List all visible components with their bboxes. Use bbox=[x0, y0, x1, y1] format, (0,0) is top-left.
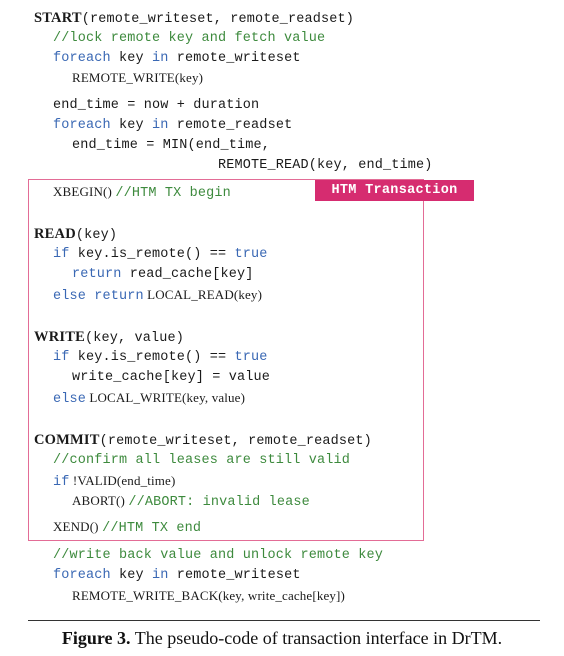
fn-read: READ bbox=[34, 226, 76, 242]
code-line-commit: COMMIT(remote_writeset, remote_readset) bbox=[34, 431, 372, 451]
code-line-xend: XEND() //HTM TX end bbox=[53, 518, 201, 538]
kw-if: if bbox=[53, 350, 70, 365]
code-text: remote_writeset bbox=[168, 51, 301, 66]
kw-in: in bbox=[152, 568, 169, 583]
code-text: ABORT() bbox=[72, 493, 129, 508]
kw-return: return bbox=[72, 267, 122, 282]
comment-confirm-leases: //confirm all leases are still valid bbox=[53, 453, 351, 468]
figure-caption: Figure 3. The pseudo-code of transaction… bbox=[0, 628, 564, 649]
caption-text: The pseudo-code of transaction interface… bbox=[134, 628, 503, 648]
code-line-return-cache: return read_cache[key] bbox=[72, 266, 254, 284]
comment: //HTM TX end bbox=[102, 521, 202, 536]
code-line-remote-read: REMOTE_READ(key, end_time) bbox=[218, 158, 433, 173]
code-line-else-local-read: else return LOCAL_READ(key) bbox=[53, 286, 262, 306]
code-text: read_cache[key] bbox=[121, 267, 254, 282]
code-line-if-remote-read: if key.is_remote() == true bbox=[53, 246, 268, 264]
code-text: !VALID(end_time) bbox=[69, 473, 176, 488]
code-line-remote-write: REMOTE_WRITE(key) bbox=[72, 69, 203, 89]
kw-else-return: else return bbox=[53, 289, 144, 304]
code-line-write-cache: write_cache[key] = value bbox=[72, 370, 271, 385]
code-line-foreach-writeset-2: foreach key in remote_writeset bbox=[53, 567, 301, 585]
fn-start: START bbox=[34, 10, 82, 26]
comment: //HTM TX begin bbox=[115, 186, 231, 201]
kw-in: in bbox=[152, 118, 169, 133]
code-line-if-remote-write: if key.is_remote() == true bbox=[53, 349, 268, 367]
htm-transaction-tag: HTM Transaction bbox=[315, 180, 474, 201]
comment-write-back: //write back value and unlock remote key bbox=[53, 548, 384, 563]
code-line-abort: ABORT() //ABORT: invalid lease bbox=[72, 492, 310, 512]
code-text: key bbox=[110, 51, 153, 66]
code-text: key bbox=[110, 568, 153, 583]
kw-foreach: foreach bbox=[53, 118, 111, 133]
fn-write: WRITE bbox=[34, 329, 85, 345]
code-line-write: WRITE(key, value) bbox=[34, 328, 184, 348]
kw-if: if bbox=[53, 247, 70, 262]
code-text: XEND() bbox=[53, 519, 103, 534]
caption-label: Figure 3. bbox=[61, 628, 131, 648]
code-text: key.is_remote() == bbox=[69, 247, 235, 262]
code-line-if-valid: if !VALID(end_time) bbox=[53, 472, 175, 492]
code-text: REMOTE_WRITE(key) bbox=[72, 70, 204, 85]
code-text: LOCAL_WRITE(key, value) bbox=[86, 390, 246, 405]
code-line-else-local-write: else LOCAL_WRITE(key, value) bbox=[53, 389, 245, 409]
code-text: LOCAL_READ(key) bbox=[143, 287, 263, 302]
code-line-min: end_time = MIN(end_time, bbox=[72, 138, 271, 153]
code-line-start: START(remote_writeset, remote_readset) bbox=[34, 9, 354, 29]
code-line-end-time: end_time = now + duration bbox=[53, 98, 260, 113]
start-args: (remote_writeset, remote_readset) bbox=[81, 12, 355, 27]
code-text: remote_writeset bbox=[168, 568, 301, 583]
code-line-foreach-readset: foreach key in remote_readset bbox=[53, 117, 292, 135]
kw-true: true bbox=[234, 247, 268, 262]
code-line-foreach-writeset: foreach key in remote_writeset bbox=[53, 50, 301, 68]
kw-foreach: foreach bbox=[53, 51, 111, 66]
code-text: key.is_remote() == bbox=[69, 350, 235, 365]
code-text: (key, value) bbox=[84, 331, 184, 346]
code-text: XBEGIN() bbox=[53, 184, 116, 199]
kw-else: else bbox=[53, 392, 87, 407]
comment: //ABORT: invalid lease bbox=[128, 495, 310, 510]
caption-rule bbox=[28, 620, 540, 621]
code-text: (key) bbox=[75, 228, 118, 243]
code-text: (remote_writeset, remote_readset) bbox=[99, 434, 372, 449]
kw-if: if bbox=[53, 475, 70, 490]
comment-lock-remote: //lock remote key and fetch value bbox=[53, 31, 326, 46]
kw-foreach: foreach bbox=[53, 568, 111, 583]
code-line-remote-write-back: REMOTE_WRITE_BACK(key, write_cache[key]) bbox=[72, 587, 345, 607]
code-text: remote_readset bbox=[168, 118, 293, 133]
code-line-read: READ(key) bbox=[34, 225, 117, 245]
code-line-xbegin: XBEGIN() //HTM TX begin bbox=[53, 183, 231, 203]
fn-commit: COMMIT bbox=[34, 432, 100, 448]
kw-in: in bbox=[152, 51, 169, 66]
kw-true: true bbox=[234, 350, 268, 365]
code-text: key bbox=[110, 118, 153, 133]
code-text: REMOTE_WRITE_BACK(key, write_cache[key]) bbox=[72, 588, 346, 603]
